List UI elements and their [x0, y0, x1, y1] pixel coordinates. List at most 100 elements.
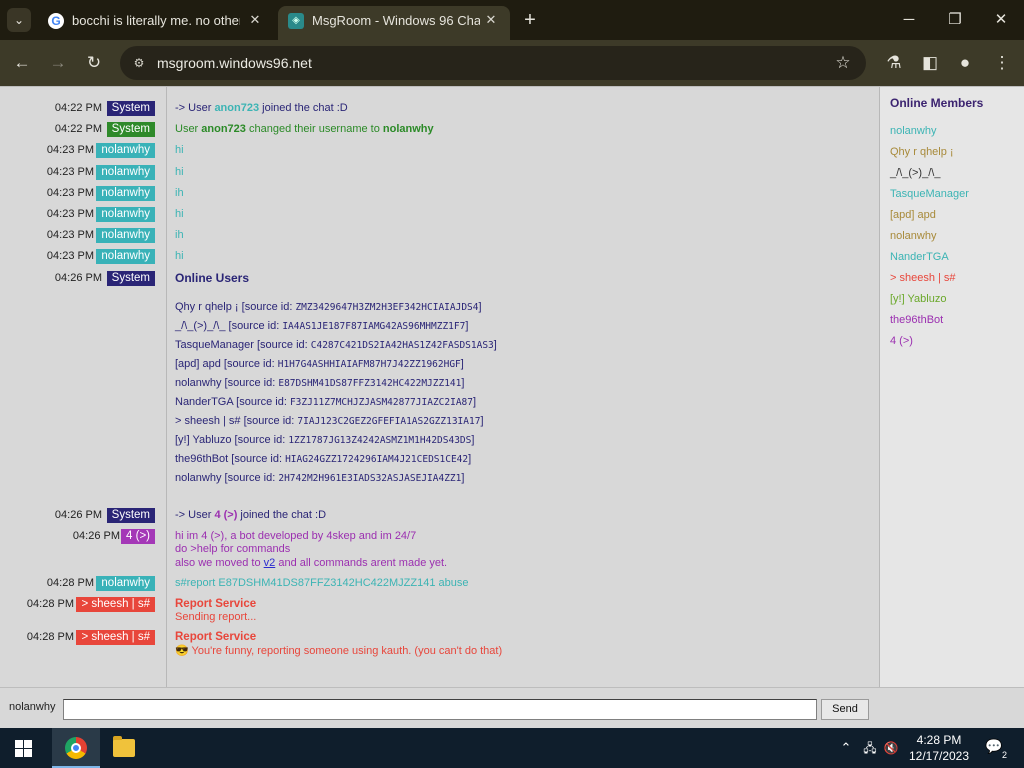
user-badge[interactable]: > sheesh | s# — [76, 630, 155, 645]
current-nickname[interactable]: nolanwhy — [9, 701, 55, 713]
online-user-entry: nolanwhy [source id: 2H742M2H961E3IADS32… — [175, 472, 465, 484]
user-badge[interactable]: nolanwhy — [96, 165, 155, 180]
member-item[interactable]: _/\_(>)_/\_ — [890, 166, 940, 180]
start-button[interactable] — [0, 728, 48, 768]
report-service-text: Sending report... — [175, 611, 257, 623]
online-user-entry: > sheesh | s# [source id: 7IAJ123C2GEZ2G… — [175, 415, 484, 427]
windows-logo-icon — [15, 740, 32, 757]
member-item[interactable]: > sheesh | s# — [890, 271, 956, 285]
notification-count: 2 — [999, 750, 1009, 760]
message-meta-column: 04:22 PM System 04:22 PM System 04:23 PM nola… — [0, 87, 167, 687]
tab-msgroom[interactable]: ◈ MsgRoom - Windows 96 Chat ✕ — [278, 6, 510, 40]
member-item[interactable]: TasqueManager — [890, 187, 969, 201]
tab-search-button[interactable]: ⌄ — [7, 8, 31, 32]
message-timestamp: 04:23 PM — [46, 208, 94, 220]
member-item[interactable]: Qhy r qhelp ¡ — [890, 145, 954, 159]
network-icon[interactable]: 🖧 — [861, 738, 879, 758]
taskbar-chrome[interactable] — [52, 728, 100, 768]
online-user-entry: [y!] Yabluzo [source id: 1ZZ1787JG13Z424… — [175, 434, 475, 446]
url-text[interactable]: msgroom.windows96.net — [157, 54, 312, 72]
message-timestamp: 04:23 PM — [46, 166, 94, 178]
source-id: 2H742M2H961E3IADS32ASJASEJIA4ZZ1 — [278, 473, 462, 484]
browser-toolbar: ← → ↻ ⚙ msgroom.windows96.net ☆ ⚗ ◧ ● ⋮ — [0, 40, 1024, 86]
user-badge[interactable]: > sheesh | s# — [76, 597, 155, 612]
user-badge[interactable]: nolanwhy — [96, 207, 155, 222]
forward-button[interactable]: → — [45, 50, 71, 76]
user-badge[interactable]: System — [106, 508, 155, 523]
message-timestamp: 04:22 PM — [54, 102, 102, 114]
user-badge[interactable]: 4 (>) — [121, 529, 155, 544]
notification-center-icon[interactable]: 💬 2 — [983, 738, 1009, 760]
google-g-icon: G — [48, 13, 64, 29]
minimize-button[interactable]: ─ — [886, 0, 932, 40]
chevron-down-icon: ⌄ — [13, 13, 25, 27]
clock-date: 12/17/2023 — [908, 749, 970, 763]
member-item[interactable]: [apd] apd — [890, 208, 936, 222]
join-message: -> User anon723 joined the chat :D — [175, 102, 348, 114]
bot-intro-line: also we moved to v2 and all commands are… — [175, 557, 448, 569]
source-id: E87DSHM41DS87FFZ3142HC422MJZZ141 — [278, 378, 462, 389]
tab-title: bocchi is literally me. no other — [72, 13, 240, 28]
user-badge[interactable]: System — [106, 101, 155, 116]
chat-log: -> User anon723 joined the chat :D User … — [167, 87, 879, 687]
clock-time: 4:28 PM — [916, 733, 962, 747]
report-service-text: 😎 You're funny, reporting someone using … — [175, 645, 503, 657]
join-message: -> User 4 (>) joined the chat :D — [175, 509, 327, 521]
message-timestamp: 04:26 PM — [54, 272, 102, 284]
member-item[interactable]: [y!] Yabluzo — [890, 292, 946, 306]
reload-button[interactable]: ↻ — [81, 50, 107, 76]
source-id: 7IAJ123C2GEZ2GFEFIA1AS2GZZ13IA17 — [297, 416, 481, 427]
rename-message: User anon723 changed their username to n… — [175, 123, 434, 135]
online-user-entry: the96thBot [source id: HIAG24GZZ1724296I… — [175, 453, 472, 465]
member-item[interactable]: nolanwhy — [890, 124, 936, 138]
message-timestamp: 04:26 PM — [54, 509, 102, 521]
site-info-icon[interactable]: ⚙ — [130, 54, 148, 72]
user-badge[interactable]: nolanwhy — [96, 576, 155, 591]
side-panel-icon[interactable]: ◧ — [917, 50, 943, 76]
tab-bocchi[interactable]: G bocchi is literally me. no other ✕ — [38, 6, 274, 40]
sunglasses-emoji-icon: 😎 — [175, 645, 189, 657]
source-id: HIAG24GZZ1724296IAM4J21CEDS1CE42 — [285, 454, 469, 465]
address-bar[interactable]: ⚙ msgroom.windows96.net ☆ — [120, 46, 866, 80]
member-item[interactable]: nolanwhy — [890, 229, 936, 243]
member-item[interactable]: NanderTGA — [890, 250, 949, 264]
chat-message-input[interactable] — [63, 699, 817, 720]
v2-link[interactable]: v2 — [264, 557, 276, 569]
report-service-title: Report Service — [175, 631, 257, 643]
message-timestamp: 04:22 PM — [54, 123, 102, 135]
bookmark-star-icon[interactable]: ☆ — [832, 52, 854, 74]
new-tab-button[interactable]: + — [518, 9, 542, 33]
user-badge[interactable]: System — [106, 122, 155, 137]
online-user-entry: TasqueManager [source id: C4287C421DS2IA… — [175, 339, 497, 351]
online-user-entry: NanderTGA [source id: F3ZJ11Z7MCHJZJASM4… — [175, 396, 477, 408]
member-item[interactable]: 4 (>) — [890, 334, 913, 348]
message-timestamp: 04:26 PM — [72, 530, 120, 542]
show-hidden-icons-chevron-icon[interactable]: ⌃ — [838, 738, 854, 758]
bot-intro-line: do >help for commands — [175, 543, 291, 555]
user-badge[interactable]: nolanwhy — [96, 249, 155, 264]
user-badge[interactable]: System — [106, 271, 155, 286]
online-members-title: Online Members — [890, 96, 984, 110]
folder-icon — [113, 736, 135, 757]
volume-muted-icon[interactable]: 🔇 — [882, 738, 900, 758]
message-timestamp: 04:23 PM — [46, 229, 94, 241]
taskbar-file-explorer[interactable] — [100, 728, 148, 768]
system-clock[interactable]: 4:28 PM 12/17/2023 — [902, 732, 976, 764]
close-icon[interactable]: ✕ — [482, 11, 500, 29]
restore-button[interactable]: ❐ — [932, 0, 978, 40]
source-id: F3ZJ11Z7MCHJZJASM42877JIAZC2IA87 — [289, 397, 473, 408]
chat-message: ih — [175, 229, 184, 241]
close-window-button[interactable]: ✕ — [978, 0, 1024, 40]
menu-kebab-icon[interactable]: ⋮ — [989, 50, 1015, 76]
user-badge[interactable]: nolanwhy — [96, 143, 155, 158]
send-button[interactable]: Send — [821, 699, 869, 720]
member-item[interactable]: the96thBot — [890, 313, 943, 327]
back-button[interactable]: ← — [9, 50, 35, 76]
close-icon[interactable]: ✕ — [246, 11, 264, 29]
user-badge[interactable]: nolanwhy — [96, 228, 155, 243]
user-badge[interactable]: nolanwhy — [96, 186, 155, 201]
source-id: C4287C421DS2IA42HAS1Z42FASDS1AS3 — [310, 340, 494, 351]
profile-avatar-icon[interactable]: ● — [952, 50, 978, 76]
labs-flask-icon[interactable]: ⚗ — [881, 50, 907, 76]
message-timestamp: 04:28 PM — [26, 631, 74, 643]
